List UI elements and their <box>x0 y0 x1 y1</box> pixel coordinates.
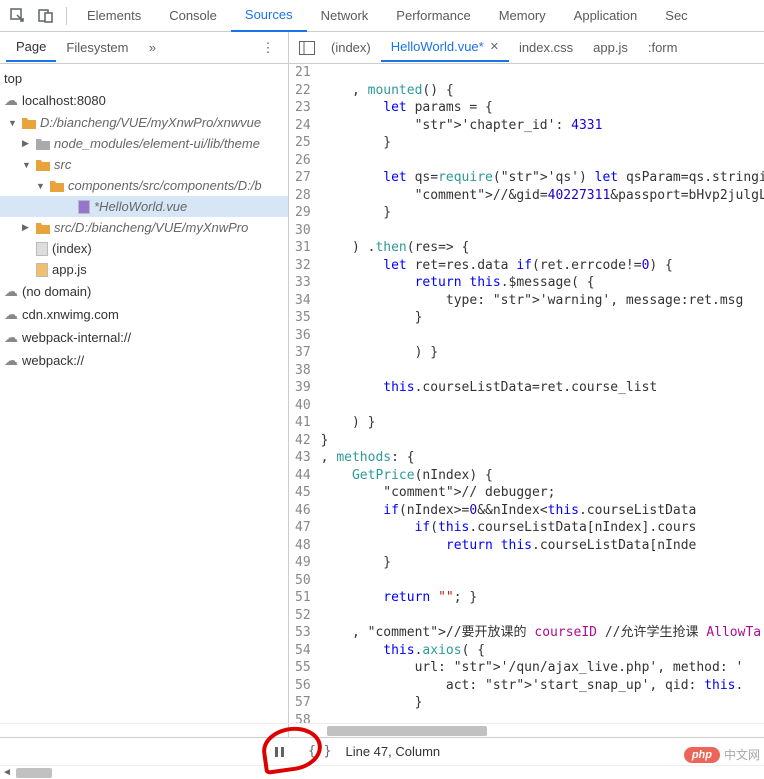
scroll-left-icon[interactable]: ◄ <box>2 767 12 778</box>
tab-elements[interactable]: Elements <box>73 0 155 31</box>
subtab-filesystem[interactable]: Filesystem <box>56 34 138 61</box>
tree-label: D:/biancheng/VUE/myXnwPro/xnwvue <box>40 115 261 130</box>
tree-item[interactable]: ▶node_modules/element-ui/lib/theme <box>0 133 288 154</box>
tree-label: node_modules/element-ui/lib/theme <box>54 136 260 151</box>
tree-label: webpack-internal:// <box>22 330 131 345</box>
tree-item[interactable]: *HelloWorld.vue <box>0 196 288 217</box>
tree-label: localhost:8080 <box>22 93 106 108</box>
bottom-scroll: ◄ <box>0 765 764 779</box>
tree-label: cdn.xnwimg.com <box>22 307 119 322</box>
folder-icon <box>50 180 64 192</box>
editor-h-scrollbar[interactable] <box>327 726 487 736</box>
main-area: top ☁ localhost:8080 ▼D:/biancheng/VUE/myXn… <box>0 64 764 723</box>
file-icon <box>36 263 48 277</box>
tree-item[interactable]: app.js <box>0 259 288 280</box>
tab-performance[interactable]: Performance <box>382 0 484 31</box>
tree-label: (no domain) <box>22 284 91 299</box>
tree-item[interactable]: ▶src/D:/biancheng/VUE/myXnwPro <box>0 217 288 238</box>
navigator-menu-icon[interactable]: ⋮ <box>256 36 280 60</box>
tree-label: top <box>4 71 22 86</box>
folder-icon <box>36 159 50 171</box>
tab-network[interactable]: Network <box>307 0 383 31</box>
subtab-page[interactable]: Page <box>6 33 56 62</box>
file-tree[interactable]: top ☁ localhost:8080 ▼D:/biancheng/VUE/myXn… <box>0 64 289 723</box>
tree-item[interactable]: ▼D:/biancheng/VUE/myXnwPro/xnwvue <box>0 112 288 133</box>
tab-application[interactable]: Application <box>560 0 652 31</box>
devtools-tabbar: Elements Console Sources Network Perform… <box>0 0 764 32</box>
watermark-text: 中文网 <box>724 746 760 763</box>
pretty-print-icon[interactable]: { } <box>308 744 331 759</box>
tab-security[interactable]: Sec <box>651 0 701 31</box>
close-icon[interactable]: ✕ <box>490 40 499 53</box>
tree-label: src/D:/biancheng/VUE/myXnwPro <box>54 220 248 235</box>
file-tab-index[interactable]: (index) <box>321 34 381 61</box>
folder-icon <box>36 138 50 150</box>
cloud-icon: ☁ <box>4 352 18 369</box>
tree-item[interactable]: ☁ localhost:8080 <box>0 89 288 112</box>
watermark-badge: php <box>684 747 720 763</box>
tree-label: app.js <box>52 262 87 277</box>
tree-item[interactable]: (index) <box>0 238 288 259</box>
file-tab-appjs[interactable]: app.js <box>583 34 638 61</box>
file-icon <box>36 242 48 256</box>
cloud-icon: ☁ <box>4 329 18 346</box>
file-icon <box>78 200 90 214</box>
file-tab-form[interactable]: :form <box>638 34 688 61</box>
tree-label: webpack:// <box>22 353 84 368</box>
file-tab-helloworld[interactable]: HelloWorld.vue*✕ <box>381 33 509 62</box>
tab-sources[interactable]: Sources <box>231 0 307 32</box>
line-gutter: 2122232425262728293031323334353637383940… <box>289 64 321 723</box>
navigator-tabs: Page Filesystem » ⋮ <box>0 32 289 63</box>
file-tab-indexcss[interactable]: index.css <box>509 34 583 61</box>
pause-icon[interactable] <box>268 740 292 764</box>
tree-item[interactable]: ▼src <box>0 154 288 175</box>
tab-console[interactable]: Console <box>155 0 231 31</box>
cloud-icon: ☁ <box>4 283 18 300</box>
tab-memory[interactable]: Memory <box>485 0 560 31</box>
tree-item[interactable]: top <box>0 68 288 89</box>
tree-item[interactable]: ▼components/src/components/D:/b <box>0 175 288 196</box>
editor-tabs: (index) HelloWorld.vue*✕ index.css app.j… <box>289 32 764 63</box>
bottom-h-scrollbar[interactable] <box>16 768 52 778</box>
folder-icon <box>36 222 50 234</box>
device-toggle-icon[interactable] <box>34 4 58 28</box>
cursor-position: Line 47, Column <box>345 744 440 759</box>
tree-label: (index) <box>52 241 92 256</box>
toggle-navigator-icon[interactable] <box>295 36 319 60</box>
more-tabs-icon[interactable]: » <box>141 36 165 60</box>
sources-subbar: Page Filesystem » ⋮ (index) HelloWorld.v… <box>0 32 764 64</box>
status-bar: { } Line 47, Column <box>0 737 764 765</box>
cloud-icon: ☁ <box>4 92 18 109</box>
watermark: php 中文网 <box>684 746 760 763</box>
code-content[interactable]: , mounted() { let params = { "str">'chap… <box>321 64 764 723</box>
tree-label: src <box>54 157 71 172</box>
tree-item[interactable]: ☁ webpack-internal:// <box>0 326 288 349</box>
tree-label: components/src/components/D:/b <box>68 178 262 193</box>
divider <box>66 7 67 25</box>
inspect-icon[interactable] <box>6 4 30 28</box>
tree-label: *HelloWorld.vue <box>94 199 187 214</box>
cloud-icon: ☁ <box>4 306 18 323</box>
tree-item[interactable]: ☁ webpack:// <box>0 349 288 372</box>
tree-item[interactable]: ☁ (no domain) <box>0 280 288 303</box>
code-editor[interactable]: 2122232425262728293031323334353637383940… <box>289 64 764 723</box>
folder-icon <box>22 117 36 129</box>
tree-item[interactable]: ☁ cdn.xnwimg.com <box>0 303 288 326</box>
